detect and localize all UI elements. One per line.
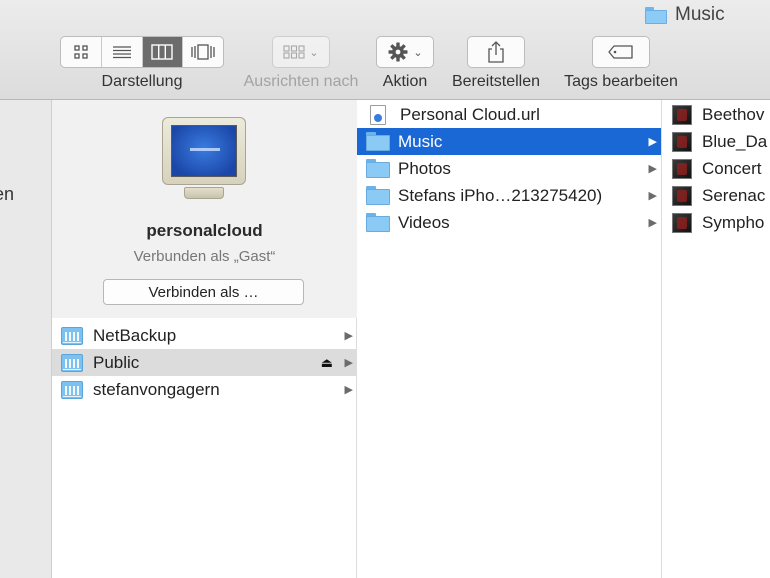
music-file-icon [672,185,692,206]
item-name: Music [398,131,443,151]
share-icon [488,41,504,63]
music-column: Beethov Blue_Da Concert Serenac Sympho [662,100,770,578]
item-name: Personal Cloud.url [400,104,540,124]
chevron-down-icon: ⌄ [309,46,319,59]
item-name: Stefans iPho…213275420) [398,185,603,205]
connection-status: Verbunden als „Gast“ [133,248,276,265]
server-name: personalcloud [146,221,263,240]
share-label: Bereitstellen [451,73,541,90]
item-name: Beethov [702,104,765,124]
arrange-grid-icon [283,45,305,59]
list-item-videos[interactable]: Videos ▶ [357,209,661,236]
folder-icon [645,6,667,24]
sidebar-item-label[interactable]: en [0,184,14,205]
folder-icon [366,132,390,151]
column-view-icon [151,44,174,60]
share-item-public[interactable]: Public ⏏ ▶ [52,349,357,376]
disclosure-arrow-icon: ▶ [648,217,657,229]
list-item-personal-cloud-url[interactable]: Personal Cloud.url [357,101,661,128]
server-monitor-icon [162,117,246,205]
item-name: Blue_Da [702,131,768,151]
action-button[interactable]: ⌄ [376,36,434,68]
share-name: Public [93,352,140,372]
share-list: NetBackup ▶ Public ⏏ ▶ stefanvongagern ▶ [52,322,357,403]
disclosure-arrow-icon: ▶ [344,384,353,396]
music-file-icon [672,212,692,233]
action-label: Aktion [382,73,428,90]
list-item[interactable]: Beethov [662,101,770,128]
music-file-icon [672,104,692,125]
folder-icon [366,213,390,232]
edit-tags-button[interactable] [592,36,650,68]
network-share-icon [61,380,83,399]
list-item-music[interactable]: Music ▶ [357,128,661,155]
share-item-stefanvongagern[interactable]: stefanvongagern ▶ [52,376,357,403]
list-view-icon [112,46,131,59]
list-item[interactable]: Concert [662,155,770,182]
disclosure-arrow-icon: ▶ [648,136,657,148]
folder-icon [366,186,390,205]
list-item[interactable]: Blue_Da [662,128,770,155]
list-item[interactable]: Serenac [662,182,770,209]
server-info-panel: personalcloud Verbunden als „Gast“ Verbi… [52,100,357,318]
connect-as-button[interactable]: Verbinden als … [103,279,304,305]
window-title: Music [645,4,725,26]
music-file-icon [672,158,692,179]
music-file-icon [672,131,692,152]
coverflow-view-button[interactable] [183,37,223,67]
share-name: NetBackup [93,325,177,345]
file-list: Beethov Blue_Da Concert Serenac Sympho [662,101,770,236]
tag-icon [608,45,633,59]
view-mode-label: Darstellung [101,73,183,90]
server-column: personalcloud Verbunden als „Gast“ Verbi… [52,100,357,578]
list-view-button[interactable] [102,37,143,67]
disclosure-arrow-icon: ▶ [344,330,353,342]
share-item-netbackup[interactable]: NetBackup ▶ [52,322,357,349]
toolbar: Music Darstellung ⌄ Ausrichten nach ⌄ Ak… [0,0,770,100]
public-column: Personal Cloud.url Music ▶ Photos ▶ Stef… [357,100,662,578]
edit-tags-label: Tags bearbeiten [564,73,678,90]
url-file-icon [370,104,386,125]
column-view-button[interactable] [142,37,184,67]
item-name: Photos [398,158,451,178]
network-share-icon [61,326,83,345]
chevron-down-icon: ⌄ [413,46,423,59]
icon-view-icon [74,45,88,59]
list-item-iphone-backup[interactable]: Stefans iPho…213275420) ▶ [357,182,661,209]
disclosure-arrow-icon: ▶ [648,163,657,175]
sidebar: en [0,100,52,578]
list-item-photos[interactable]: Photos ▶ [357,155,661,182]
list-item[interactable]: Sympho [662,209,770,236]
item-name: Concert [702,158,762,178]
eject-icon[interactable]: ⏏ [321,355,333,371]
coverflow-view-icon [191,44,215,60]
view-mode-segmented-control [60,36,224,68]
arrange-button[interactable]: ⌄ [272,36,330,68]
item-name: Videos [398,212,450,232]
share-name: stefanvongagern [93,379,220,399]
disclosure-arrow-icon: ▶ [344,357,353,369]
file-list: Personal Cloud.url Music ▶ Photos ▶ Stef… [357,101,661,236]
disclosure-arrow-icon: ▶ [648,190,657,202]
share-button[interactable] [467,36,525,68]
network-share-icon [61,353,83,372]
arrange-label: Ausrichten nach [243,73,359,90]
icon-view-button[interactable] [61,37,102,67]
window-title-text: Music [675,4,725,25]
gear-icon [388,42,408,62]
item-name: Serenac [702,185,766,205]
item-name: Sympho [702,212,765,232]
folder-icon [366,159,390,178]
